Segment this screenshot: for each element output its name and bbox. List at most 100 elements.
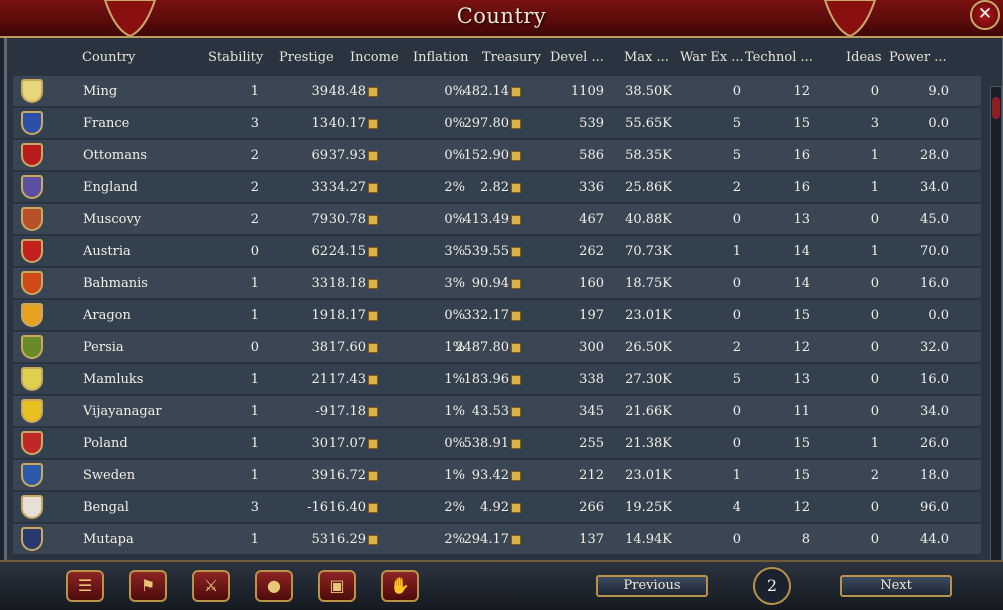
country-flag-icon[interactable] <box>21 111 43 135</box>
cell-income: 48.48 <box>329 84 378 99</box>
cell-income: 18.17 <box>329 308 378 323</box>
country-flag-icon[interactable] <box>21 335 43 359</box>
country-flag-icon[interactable] <box>21 143 43 167</box>
cell-ideas: 0 <box>870 532 879 547</box>
country-flag-icon[interactable] <box>21 175 43 199</box>
cell-development: 160 <box>579 276 604 291</box>
cell-country: Ottomans <box>83 148 148 163</box>
table-row[interactable]: Persia 0 38 17.60 1% 2487.80 300 26.50K 2 12 0 32.0 <box>13 332 981 362</box>
cell-power: 44.0 <box>920 532 949 547</box>
country-flag-icon[interactable] <box>21 367 43 391</box>
value-text: 18.18 <box>328 276 366 291</box>
cell-technology: 12 <box>793 84 810 99</box>
ducats-icon <box>511 374 521 385</box>
value-text: 30.78 <box>328 212 366 227</box>
ducats-icon <box>511 342 521 353</box>
country-flag-icon[interactable] <box>21 431 43 455</box>
table-row[interactable]: Aragon 1 19 18.17 0% 332.17 197 23.01K 0 15 0 0.0 <box>13 300 981 330</box>
crate-button[interactable]: ▣ <box>318 570 356 602</box>
cell-stability: 1 <box>250 436 259 451</box>
cell-technology: 15 <box>793 468 810 483</box>
ducats-icon <box>511 118 521 129</box>
value-text: 37.93 <box>328 148 366 163</box>
cell-inflation: 0% <box>444 308 465 323</box>
cell-inflation: 2% <box>444 532 465 547</box>
country-flag-icon[interactable] <box>21 399 43 423</box>
cell-income: 37.93 <box>329 148 378 163</box>
cell-income: 16.40 <box>329 500 378 515</box>
cell-war-ex: 0 <box>732 532 741 547</box>
table-row[interactable]: Mutapa 1 53 16.29 2% 294.17 137 14.94K 0 8 0 44.0 <box>13 524 981 554</box>
table-row[interactable]: Bengal 3 -16 16.40 2% 4.92 266 19.25K 4 12 0 96.0 <box>13 492 981 522</box>
close-button[interactable]: ✕ <box>970 0 1000 30</box>
header-technology[interactable]: Technol ... <box>745 50 813 65</box>
scrollbar[interactable] <box>990 86 1002 588</box>
table-row[interactable]: Poland 1 30 17.07 0% 538.91 255 21.38K 0 15 1 26.0 <box>13 428 981 458</box>
crossed-swords-button[interactable]: ⚔ <box>192 570 230 602</box>
value-text: 90.94 <box>471 276 509 291</box>
cell-prestige: -9 <box>315 404 328 419</box>
header-development[interactable]: Devel ... <box>550 50 604 65</box>
header-treasury[interactable]: Treasury <box>482 50 541 65</box>
cell-prestige: 79 <box>311 212 328 227</box>
table-row[interactable]: Muscovy 2 79 30.78 0% 413.49 467 40.88K 0 13 0 45.0 <box>13 204 981 234</box>
ducats-icon <box>511 502 521 513</box>
cell-income: 24.15 <box>329 244 378 259</box>
ledger-button[interactable]: ☰ <box>66 570 104 602</box>
value-text: 17.60 <box>328 340 366 355</box>
handshake-button[interactable]: ✋ <box>381 570 419 602</box>
cell-country: Sweden <box>83 468 136 483</box>
next-button[interactable]: Next <box>840 575 952 597</box>
table-row[interactable]: Sweden 1 39 16.72 1% 93.42 212 23.01K 1 15 2 18.0 <box>13 460 981 490</box>
country-flag-icon[interactable] <box>21 527 43 551</box>
crossed-swords-icon: ⚔ <box>203 576 219 595</box>
cell-treasury: 538.91 <box>464 436 521 451</box>
country-flag-icon[interactable] <box>21 207 43 231</box>
table-row[interactable]: Mamluks 1 21 17.43 1% 183.96 338 27.30K 5 13 0 16.0 <box>13 364 981 394</box>
previous-button[interactable]: Previous <box>596 575 708 597</box>
header-war-exhaustion[interactable]: War Ex ... <box>680 50 744 65</box>
table-row[interactable]: France 3 13 40.17 0% 297.80 539 55.65K 5 15 3 0.0 <box>13 108 981 138</box>
header-income[interactable]: Income <box>350 50 399 65</box>
scroll-thumb[interactable] <box>992 97 1000 119</box>
cell-stability: 3 <box>250 500 259 515</box>
header-country[interactable]: Country <box>82 50 135 65</box>
header-ideas[interactable]: Ideas <box>846 50 882 65</box>
cell-max: 58.35K <box>625 148 672 163</box>
table-row[interactable]: Bahmanis 1 33 18.18 3% 90.94 160 18.75K 0 14 0 16.0 <box>13 268 981 298</box>
value-text: 482.14 <box>463 84 510 99</box>
page-title: Country <box>456 4 547 28</box>
flag-button[interactable]: ⚑ <box>129 570 167 602</box>
ducats-icon <box>368 502 378 513</box>
coins-button[interactable]: ● <box>255 570 293 602</box>
table-row[interactable]: Ming 1 39 48.48 0% 482.14 1109 38.50K 0 12 0 9.0 <box>13 76 981 106</box>
ducats-icon <box>511 438 521 449</box>
table-row[interactable]: Ottomans 2 69 37.93 0% 152.90 586 58.35K 5 16 1 28.… <box>13 140 981 170</box>
table-row[interactable]: Austria 0 62 24.15 3% 539.55 262 70.73K 1 14 1 70.0 <box>13 236 981 266</box>
cell-treasury: 332.17 <box>464 308 521 323</box>
cell-technology: 15 <box>793 308 810 323</box>
cell-inflation: 0% <box>444 436 465 451</box>
header-prestige[interactable]: Prestige <box>279 50 334 65</box>
cell-technology: 15 <box>793 436 810 451</box>
cell-country: Mamluks <box>83 372 144 387</box>
country-flag-icon[interactable] <box>21 239 43 263</box>
table-row[interactable]: Vijayanagar 1 -9 17.18 1% 43.53 345 21.66K 0 11 0 3… <box>13 396 981 426</box>
country-flag-icon[interactable] <box>21 271 43 295</box>
table-row[interactable]: England 2 33 34.27 2% 2.82 336 25.86K 2 16 1 34.0 <box>13 172 981 202</box>
header-max[interactable]: Max ... <box>624 50 669 65</box>
country-flag-icon[interactable] <box>21 303 43 327</box>
cell-country: England <box>83 180 138 195</box>
cell-technology: 15 <box>793 116 810 131</box>
cell-country: Aragon <box>83 308 131 323</box>
header-stability[interactable]: Stability <box>208 50 263 65</box>
header-inflation[interactable]: Inflation <box>413 50 469 65</box>
country-flag-icon[interactable] <box>21 495 43 519</box>
cell-prestige: 39 <box>311 84 328 99</box>
cell-power: 16.0 <box>920 276 949 291</box>
cell-development: 266 <box>579 500 604 515</box>
coins-icon: ● <box>267 576 281 595</box>
header-power[interactable]: Power ... <box>889 50 947 65</box>
country-flag-icon[interactable] <box>21 79 43 103</box>
country-flag-icon[interactable] <box>21 463 43 487</box>
